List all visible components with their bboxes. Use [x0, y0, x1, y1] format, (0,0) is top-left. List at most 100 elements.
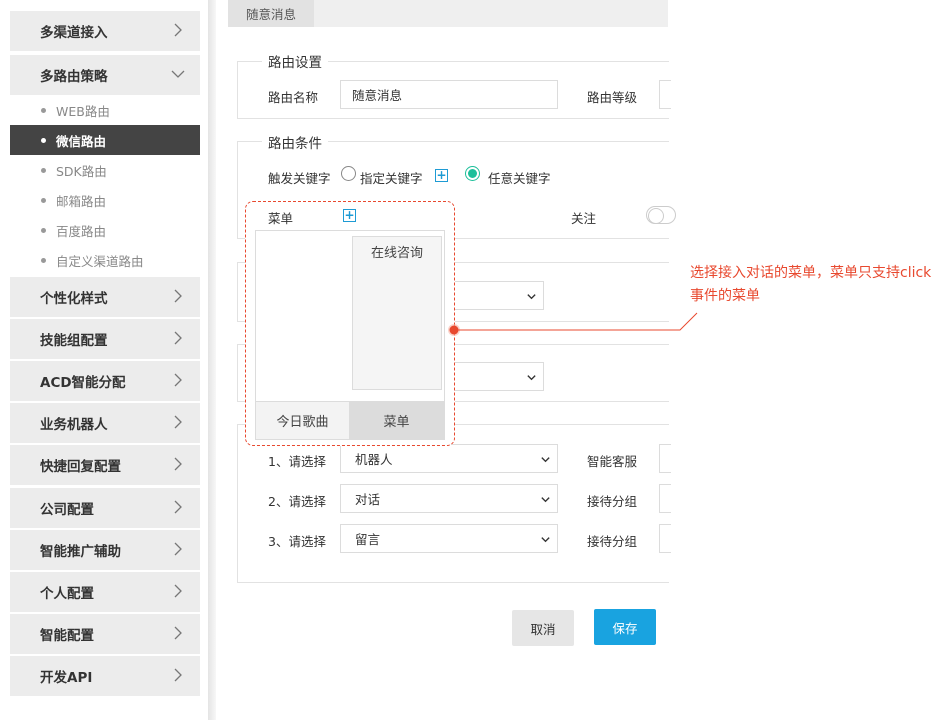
follow-label: 关注 [571, 211, 597, 226]
any-keyword-label: 任意关键字 [488, 171, 551, 186]
chevron-right-icon [174, 457, 182, 471]
chevron-right-icon [174, 289, 182, 303]
bullet-icon [41, 198, 46, 203]
sidebar-subitem-wechat[interactable]: 微信路由 [10, 125, 200, 155]
sidebar-item-smart[interactable]: 智能配置 [10, 614, 200, 654]
sidebar-item-skillgroup[interactable]: 技能组配置 [10, 319, 200, 359]
step-1-select[interactable]: 机器人 [340, 444, 558, 473]
sidebar-item-label: 快捷回复配置 [40, 459, 121, 475]
step-2-right-label: 接待分组 [587, 494, 638, 509]
step-3-select[interactable]: 留言 [340, 524, 558, 553]
section4-select[interactable] [440, 362, 544, 391]
radio-specific-keyword[interactable] [341, 166, 356, 181]
tab-random-message[interactable]: 随意消息 [228, 0, 314, 27]
sidebar-subitem-web[interactable]: WEB路由 [10, 95, 200, 125]
chevron-right-icon [174, 23, 182, 37]
sidebar-item-api[interactable]: 开发API [10, 656, 200, 696]
bullet-icon [41, 258, 46, 263]
chevron-right-icon [174, 500, 182, 514]
sidebar-item-style[interactable]: 个性化样式 [10, 277, 200, 317]
sidebar: 多渠道接入 多路由策略 WEB路由 微信路由 SDK路由 邮箱路由 百度路由 自… [0, 0, 210, 720]
menu-label: 菜单 [268, 211, 294, 226]
sidebar-subitem-label: SDK路由 [56, 163, 107, 179]
cancel-button[interactable]: 取消 [512, 610, 574, 646]
sidebar-item-label: ACD智能分配 [40, 375, 126, 391]
step-3-value: 留言 [355, 532, 381, 547]
sidebar-item-multichannel[interactable]: 多渠道接入 [10, 11, 200, 51]
step-2-select[interactable]: 对话 [340, 484, 558, 513]
sidebar-item-label: 智能配置 [40, 628, 94, 644]
sidebar-item-label: 开发API [40, 670, 93, 686]
step-3-right-input[interactable] [659, 524, 671, 553]
sidebar-item-label: 个性化样式 [40, 291, 108, 307]
sidebar-subitem-label: 微信路由 [56, 133, 107, 149]
sidebar-item-label: 多渠道接入 [40, 25, 108, 41]
menu-tab-menu[interactable]: 菜单 [349, 401, 444, 439]
route-level-label: 路由等级 [587, 90, 638, 105]
add-keyword-icon[interactable]: + [435, 169, 448, 182]
save-button[interactable]: 保存 [594, 609, 656, 645]
sidebar-subitem-email[interactable]: 邮箱路由 [10, 185, 200, 215]
chevron-right-icon [174, 331, 182, 345]
sidebar-subitem-baidu[interactable]: 百度路由 [10, 215, 200, 245]
step-1-label: 1、请选择 [268, 454, 326, 469]
route-name-label: 路由名称 [268, 90, 319, 105]
chevron-right-icon [174, 626, 182, 640]
add-menu-icon[interactable]: + [343, 209, 356, 222]
chevron-right-icon [174, 542, 182, 556]
chevron-right-icon [174, 668, 182, 682]
sidebar-subitem-label: 邮箱路由 [56, 193, 107, 209]
route-settings-legend: 路由设置 [262, 51, 328, 71]
submenu-item-online-consult[interactable]: 在线咨询 [371, 246, 423, 261]
step-2-value: 对话 [355, 492, 381, 507]
annotation-text: 选择接入对话的菜单，菜单只支持click事件的菜单 [690, 265, 932, 304]
route-name-input[interactable]: 随意消息 [340, 80, 558, 109]
sidebar-item-robot[interactable]: 业务机器人 [10, 403, 200, 443]
step-1-right-label: 智能客服 [587, 454, 638, 469]
chevron-down-icon [541, 537, 550, 543]
chevron-down-icon [541, 457, 550, 463]
bullet-icon [41, 138, 46, 143]
bullet-icon [41, 228, 46, 233]
sidebar-item-company[interactable]: 公司配置 [10, 488, 200, 528]
follow-toggle[interactable] [646, 206, 676, 224]
sidebar-item-label: 公司配置 [40, 502, 94, 518]
step-1-right-input[interactable] [659, 444, 671, 473]
step-1-value: 机器人 [355, 452, 393, 467]
chevron-down-icon [541, 497, 550, 503]
sidebar-item-label: 业务机器人 [40, 417, 108, 433]
sidebar-item-quickreply[interactable]: 快捷回复配置 [10, 445, 200, 485]
chevron-down-icon [527, 294, 536, 300]
step-2-right-input[interactable] [659, 484, 671, 513]
sidebar-item-acd[interactable]: ACD智能分配 [10, 361, 200, 401]
route-conditions-legend: 路由条件 [262, 132, 328, 152]
section3-select[interactable] [440, 281, 544, 310]
sidebar-subitem-label: 百度路由 [56, 223, 107, 239]
sidebar-item-label: 智能推广辅助 [40, 544, 121, 560]
sidebar-subitem-label: 自定义渠道路由 [56, 253, 144, 269]
sidebar-subitem-custom[interactable]: 自定义渠道路由 [10, 245, 200, 275]
menu-tab-today-songs[interactable]: 今日歌曲 [256, 401, 349, 439]
radio-any-keyword[interactable] [465, 166, 480, 181]
route-name-value: 随意消息 [352, 88, 403, 103]
chevron-down-icon [171, 70, 185, 78]
step-2-label: 2、请选择 [268, 494, 326, 509]
sidebar-item-label: 多路由策略 [40, 69, 108, 85]
sidebar-item-personal[interactable]: 个人配置 [10, 572, 200, 612]
chevron-right-icon [174, 415, 182, 429]
chevron-right-icon [174, 584, 182, 598]
step-3-label: 3、请选择 [268, 534, 326, 549]
bullet-icon [41, 108, 46, 113]
specific-keyword-label: 指定关键字 [360, 171, 423, 186]
chevron-right-icon [174, 373, 182, 387]
sidebar-item-multiroute[interactable]: 多路由策略 [10, 55, 200, 95]
sidebar-subitem-sdk[interactable]: SDK路由 [10, 155, 200, 185]
step-3-right-label: 接待分组 [587, 534, 638, 549]
bullet-icon [41, 168, 46, 173]
route-level-input[interactable] [659, 80, 671, 109]
sidebar-item-promotion[interactable]: 智能推广辅助 [10, 530, 200, 570]
trigger-keyword-label: 触发关键字 [268, 171, 331, 186]
sidebar-item-label: 个人配置 [40, 586, 94, 602]
chevron-down-icon [527, 375, 536, 381]
sidebar-divider [208, 0, 216, 720]
